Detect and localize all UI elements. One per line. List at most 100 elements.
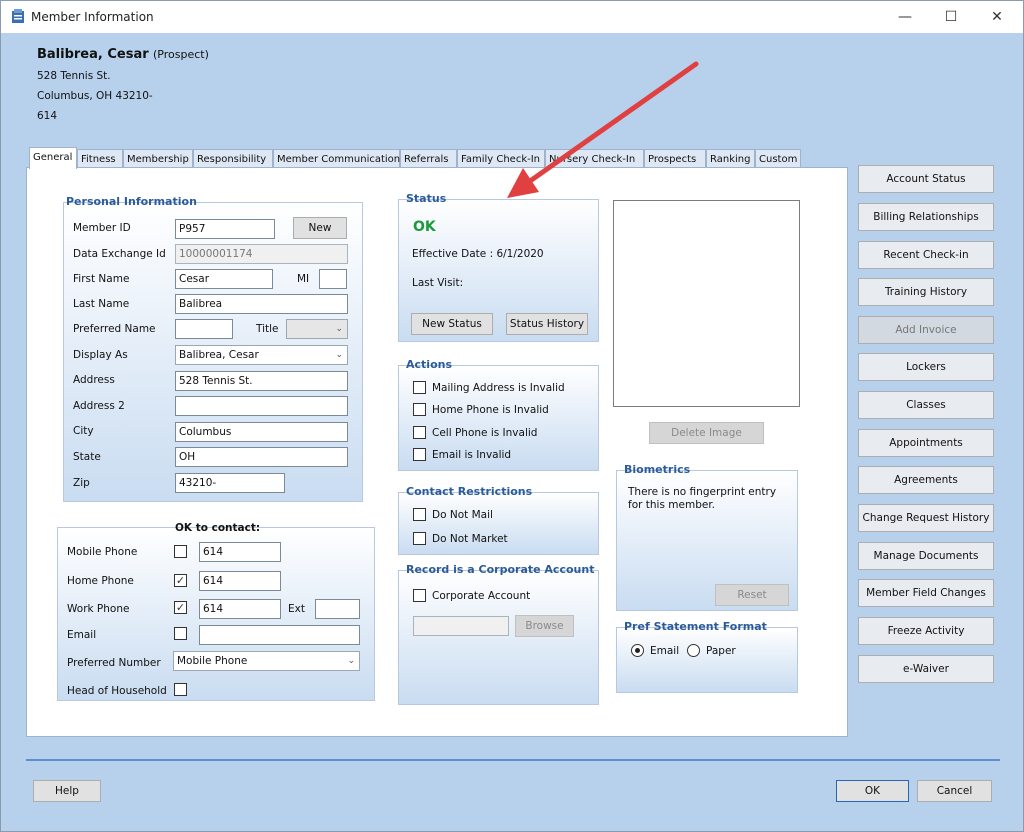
- home-phone-field[interactable]: 614: [199, 571, 281, 591]
- member-photo: [613, 200, 800, 407]
- member-address-line-2: Columbus, OH 43210-: [37, 90, 153, 102]
- appointments-button[interactable]: Appointments: [858, 429, 994, 457]
- tab-fitness[interactable]: Fitness: [77, 149, 123, 169]
- corporate-account-label: Corporate Account: [432, 590, 531, 602]
- tab-member-communication[interactable]: Member Communication: [273, 149, 400, 169]
- city-field[interactable]: Columbus: [175, 422, 348, 442]
- member-address-line-3: 614: [37, 110, 58, 122]
- home-phone-label: Home Phone: [67, 575, 134, 587]
- ext-field[interactable]: [315, 599, 360, 619]
- mi-field[interactable]: [319, 269, 347, 289]
- ext-label: Ext: [288, 603, 305, 615]
- address-2-label: Address 2: [73, 400, 125, 412]
- new-member-id-button[interactable]: New: [293, 217, 347, 239]
- tab-custom[interactable]: Custom: [755, 149, 801, 169]
- new-status-button[interactable]: New Status: [411, 313, 493, 335]
- email-checkbox[interactable]: [174, 627, 187, 640]
- delete-image-button[interactable]: Delete Image: [649, 422, 764, 444]
- tab-ranking[interactable]: Ranking: [706, 149, 755, 169]
- browse-button[interactable]: Browse: [515, 615, 574, 637]
- home-phone-invalid-checkbox[interactable]: [413, 403, 426, 416]
- ok-to-contact-label: OK to contact:: [175, 522, 261, 534]
- add-invoice-button[interactable]: Add Invoice: [858, 316, 994, 344]
- freeze-activity-button[interactable]: Freeze Activity: [858, 617, 994, 645]
- cell-phone-invalid-checkbox[interactable]: [413, 426, 426, 439]
- help-button[interactable]: Help: [33, 780, 101, 802]
- last-name-label: Last Name: [73, 298, 130, 310]
- status-value: OK: [413, 219, 436, 235]
- member-field-changes-button[interactable]: Member Field Changes: [858, 579, 994, 607]
- do-not-market-checkbox[interactable]: [413, 532, 426, 545]
- maximize-button[interactable]: ☐: [929, 5, 973, 29]
- chevron-down-icon: ⌄: [335, 324, 343, 334]
- title-select[interactable]: ⌄: [286, 319, 348, 339]
- cell-phone-invalid-label: Cell Phone is Invalid: [432, 427, 538, 439]
- address-field[interactable]: 528 Tennis St.: [175, 371, 348, 391]
- first-name-label: First Name: [73, 273, 130, 285]
- manage-documents-button[interactable]: Manage Documents: [858, 542, 994, 570]
- status-history-button[interactable]: Status History: [506, 313, 588, 335]
- email-invalid-checkbox[interactable]: [413, 448, 426, 461]
- state-field[interactable]: OH: [175, 447, 348, 467]
- tab-responsibility[interactable]: Responsibility: [193, 149, 273, 169]
- mobile-phone-checkbox[interactable]: [174, 545, 187, 558]
- mailing-address-invalid-checkbox[interactable]: [413, 381, 426, 394]
- account-status-button[interactable]: Account Status: [858, 165, 994, 193]
- head-of-household-checkbox[interactable]: [174, 683, 187, 696]
- member-name: Balibrea, Cesar: [37, 47, 149, 62]
- do-not-mail-checkbox[interactable]: [413, 508, 426, 521]
- email-radio-label: Email: [650, 645, 680, 657]
- zip-field[interactable]: 43210-: [175, 473, 285, 493]
- home-phone-checkbox[interactable]: ✓: [174, 574, 187, 587]
- city-label: City: [73, 425, 94, 437]
- mobile-phone-field[interactable]: 614: [199, 542, 281, 562]
- head-of-household-label: Head of Household: [67, 685, 167, 697]
- paper-radio[interactable]: [687, 644, 700, 657]
- chevron-down-icon: ⌄: [335, 350, 343, 360]
- display-as-select[interactable]: Balibrea, Cesar ⌄: [175, 345, 348, 365]
- billing-relationships-button[interactable]: Billing Relationships: [858, 203, 994, 231]
- email-field[interactable]: [199, 625, 360, 645]
- cancel-button[interactable]: Cancel: [917, 780, 992, 802]
- minimize-button[interactable]: —: [883, 5, 927, 29]
- zip-label: Zip: [73, 477, 90, 489]
- reset-button[interactable]: Reset: [715, 584, 789, 606]
- tab-general[interactable]: General: [29, 147, 77, 169]
- display-as-value: Balibrea, Cesar: [179, 349, 259, 361]
- tab-referrals[interactable]: Referrals: [400, 149, 457, 169]
- mi-label: MI: [297, 273, 310, 285]
- recent-check-in-button[interactable]: Recent Check-in: [858, 241, 994, 269]
- paper-radio-label: Paper: [706, 645, 736, 657]
- preferred-number-select[interactable]: Mobile Phone ⌄: [173, 651, 360, 671]
- work-phone-checkbox[interactable]: ✓: [174, 601, 187, 614]
- email-radio[interactable]: [631, 644, 644, 657]
- tab-membership[interactable]: Membership: [123, 149, 193, 169]
- email-label: Email: [67, 629, 97, 641]
- corporate-account-path-field: [413, 616, 509, 636]
- e-waiver-button[interactable]: e-Waiver: [858, 655, 994, 683]
- address-2-field[interactable]: [175, 396, 348, 416]
- address-label: Address: [73, 374, 115, 386]
- email-invalid-label: Email is Invalid: [432, 449, 512, 461]
- state-label: State: [73, 451, 101, 463]
- training-history-button[interactable]: Training History: [858, 278, 994, 306]
- first-name-field[interactable]: Cesar: [175, 269, 273, 289]
- ok-button[interactable]: OK: [836, 780, 909, 802]
- close-button[interactable]: ✕: [975, 5, 1019, 29]
- app-icon: [12, 9, 24, 23]
- lockers-button[interactable]: Lockers: [858, 353, 994, 381]
- agreements-button[interactable]: Agreements: [858, 466, 994, 494]
- corporate-account-checkbox[interactable]: [413, 589, 426, 602]
- classes-button[interactable]: Classes: [858, 391, 994, 419]
- preferred-name-label: Preferred Name: [73, 323, 156, 335]
- home-phone-invalid-label: Home Phone is Invalid: [432, 404, 549, 416]
- last-name-field[interactable]: Balibrea: [175, 294, 348, 314]
- preferred-name-field[interactable]: [175, 319, 233, 339]
- window-title: Member Information: [31, 10, 154, 24]
- actions-title: Actions: [406, 358, 452, 371]
- member-id-field[interactable]: P957: [175, 219, 275, 239]
- work-phone-field[interactable]: 614: [199, 599, 281, 619]
- contact-restrictions-title: Contact Restrictions: [406, 485, 533, 498]
- change-request-history-button[interactable]: Change Request History: [858, 504, 994, 532]
- corporate-account-title: Record is a Corporate Account: [406, 563, 595, 576]
